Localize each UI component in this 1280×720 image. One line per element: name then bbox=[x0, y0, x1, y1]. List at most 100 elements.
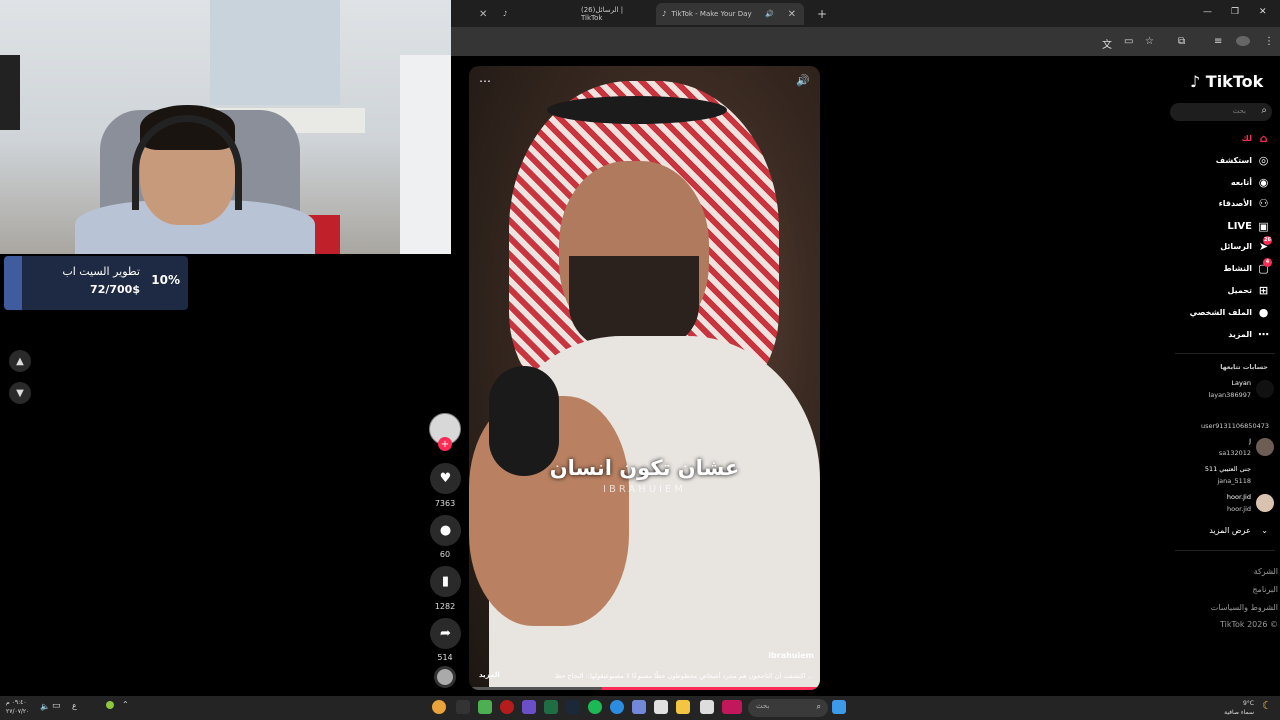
cast-icon[interactable]: ▭ bbox=[1124, 36, 1133, 47]
search-input[interactable]: بحث ⌕ bbox=[1170, 103, 1272, 121]
nav-live[interactable]: LIVE ▣ bbox=[1227, 217, 1270, 235]
nav-upload[interactable]: تحميل ⊞ bbox=[1227, 281, 1270, 299]
tray-app-icon[interactable] bbox=[106, 701, 114, 709]
search-icon[interactable]: ⌕ bbox=[1261, 105, 1267, 116]
follow-button[interactable]: + bbox=[438, 437, 452, 451]
footer-terms[interactable]: الشروط والسياسات bbox=[1211, 603, 1278, 612]
save-button[interactable]: ▮ bbox=[430, 566, 461, 597]
messages-icon: ➤ 26 bbox=[1258, 235, 1272, 253]
music-disc-icon[interactable] bbox=[434, 666, 456, 688]
footer-copyright: TikTok 2026 © bbox=[1220, 620, 1278, 629]
webcam-feed bbox=[0, 0, 451, 254]
spotify-icon[interactable] bbox=[588, 700, 602, 714]
share-arrow-icon: ➦ bbox=[440, 626, 451, 641]
tiktok-tab-icon: ♪ bbox=[503, 10, 508, 18]
nav-more[interactable]: المزيد ⋯ bbox=[1228, 325, 1270, 343]
nav-profile[interactable]: الملف الشخصي ● bbox=[1190, 303, 1270, 321]
extensions-icon[interactable]: ⧉ bbox=[1178, 36, 1185, 47]
speaker-icon[interactable]: 🔊 bbox=[765, 10, 774, 18]
share-button[interactable]: ➦ bbox=[430, 618, 461, 649]
previous-video-button[interactable]: ▲ bbox=[9, 350, 31, 372]
steam-icon[interactable] bbox=[566, 700, 580, 714]
bookmark-star-icon[interactable]: ☆ bbox=[1145, 36, 1154, 47]
taskbar-clock[interactable]: ٠٩:٤٠ م ٢٧/٠٧/٢٠ bbox=[6, 698, 29, 716]
tab-close-icon[interactable]: ✕ bbox=[788, 9, 796, 20]
save-count: 1282 bbox=[434, 602, 456, 611]
nav-label: أتابعه bbox=[1230, 177, 1252, 187]
nav-activity[interactable]: النشاط ▢ 4 bbox=[1224, 257, 1272, 277]
nav-for-you[interactable]: لك ⌂ bbox=[1242, 129, 1270, 147]
following-icon: ◉ bbox=[1258, 175, 1269, 189]
following-account[interactable]: Layan layan386997 bbox=[1208, 377, 1274, 401]
app-icon[interactable] bbox=[722, 700, 742, 714]
messages-badge: 26 bbox=[1263, 235, 1272, 245]
edge-icon[interactable] bbox=[610, 700, 624, 714]
heart-icon: ♥ bbox=[439, 471, 452, 486]
weather-desc: سماء صافية bbox=[1224, 709, 1254, 716]
profile-icon: ● bbox=[1258, 305, 1269, 319]
app-icon[interactable] bbox=[500, 700, 514, 714]
new-tab-button[interactable]: + bbox=[817, 3, 827, 25]
following-account[interactable]: جنى العتيبي 511 jana_5118 bbox=[1205, 463, 1274, 487]
discord-icon[interactable] bbox=[632, 700, 646, 714]
tiktok-tab-icon: ♪ bbox=[662, 10, 667, 18]
translate-icon[interactable]: 文 bbox=[1102, 36, 1112, 51]
address-bar[interactable] bbox=[451, 27, 1280, 56]
chevron-up-icon[interactable]: ⌃ bbox=[122, 700, 129, 709]
account-username: hoor.jid bbox=[1227, 505, 1251, 513]
next-video-button[interactable]: ▼ bbox=[9, 382, 31, 404]
windows-start-icon[interactable] bbox=[832, 700, 846, 714]
nav-messages[interactable]: الرسائل ➤ 26 bbox=[1220, 235, 1272, 255]
following-account[interactable]: hoor.Jid hoor.jid bbox=[1227, 491, 1274, 515]
language-icon[interactable]: ع bbox=[72, 701, 77, 710]
kebab-menu-icon[interactable]: ⋮ bbox=[1264, 36, 1274, 47]
tab-tiktok-active[interactable]: ♪ TikTok - Make Your Day 🔊 ✕ bbox=[656, 3, 804, 25]
following-account[interactable]: user9131106850473 bbox=[1201, 417, 1274, 435]
footer-program[interactable]: البرنامج bbox=[1252, 585, 1278, 594]
restore-icon[interactable]: ❐ bbox=[1231, 7, 1239, 17]
media-icon[interactable]: ≡ bbox=[1214, 36, 1222, 47]
profile-avatar-icon[interactable] bbox=[1236, 36, 1250, 46]
video-progress-bar[interactable] bbox=[469, 687, 820, 690]
taskbar-search-placeholder: بحث bbox=[756, 702, 770, 710]
nav-following[interactable]: أتابعه ◉ bbox=[1231, 173, 1270, 191]
app-icon[interactable] bbox=[522, 700, 536, 714]
app-icon[interactable] bbox=[456, 700, 470, 714]
volume-icon[interactable]: 🔊 bbox=[796, 74, 810, 87]
store-icon[interactable] bbox=[654, 700, 668, 714]
video-player[interactable]: ⋯ 🔊 عشان تكون انسان IBRAHUIEM ibrahuiem … bbox=[469, 66, 820, 690]
video-author-username[interactable]: ibrahuiem bbox=[768, 651, 814, 660]
network-icon[interactable]: ▭ bbox=[52, 701, 61, 711]
tab-close-icon[interactable]: ✕ bbox=[479, 3, 487, 25]
weather-temp: 9°C bbox=[1242, 700, 1254, 707]
app-icon[interactable] bbox=[478, 700, 492, 714]
chrome-icon[interactable] bbox=[432, 700, 446, 714]
description-more-link[interactable]: المزيد bbox=[479, 671, 500, 679]
browser-tab-strip: ✕ ♪ (26)الرسائل | TikTok ♪ TikTok - Make… bbox=[451, 0, 1280, 27]
account-name: جنى العتيبي 511 bbox=[1204, 465, 1251, 473]
file-explorer-icon[interactable] bbox=[676, 700, 690, 714]
excel-icon[interactable] bbox=[544, 700, 558, 714]
nav-label: الملف الشخصي bbox=[1189, 307, 1252, 317]
comment-button[interactable]: ● bbox=[430, 515, 461, 546]
video-options-icon[interactable]: ⋯ bbox=[479, 74, 491, 88]
account-username: layan386997 bbox=[1208, 391, 1251, 399]
nav-friends[interactable]: الأصدقاء ⚇ bbox=[1219, 194, 1270, 212]
volume-icon[interactable]: 🔈 bbox=[40, 702, 50, 711]
see-more-accounts[interactable]: عرض المزيد ⌄ bbox=[1209, 526, 1268, 535]
taskbar-search[interactable]: بحث ⌕ bbox=[748, 699, 828, 717]
more-icon: ⋯ bbox=[1258, 327, 1269, 341]
weather-widget[interactable]: 9°C سماء صافية bbox=[1224, 699, 1254, 717]
like-button[interactable]: ♥ bbox=[430, 463, 461, 494]
home-icon: ⌂ bbox=[1259, 131, 1268, 145]
footer-company[interactable]: الشركة bbox=[1254, 567, 1278, 576]
divider bbox=[1175, 353, 1275, 354]
nav-explore[interactable]: استكشف ◎ bbox=[1216, 151, 1270, 169]
following-account[interactable]: Jsa132012 bbox=[1219, 435, 1274, 459]
app-icon[interactable] bbox=[700, 700, 714, 714]
account-username: jana_5118 bbox=[1217, 477, 1251, 485]
minimize-icon[interactable]: — bbox=[1203, 7, 1212, 17]
close-window-icon[interactable]: ✕ bbox=[1259, 7, 1267, 17]
tab-messages[interactable]: (26)الرسائل | TikTok bbox=[581, 3, 641, 25]
tiktok-logo[interactable]: ♪ TikTok bbox=[1190, 72, 1263, 91]
